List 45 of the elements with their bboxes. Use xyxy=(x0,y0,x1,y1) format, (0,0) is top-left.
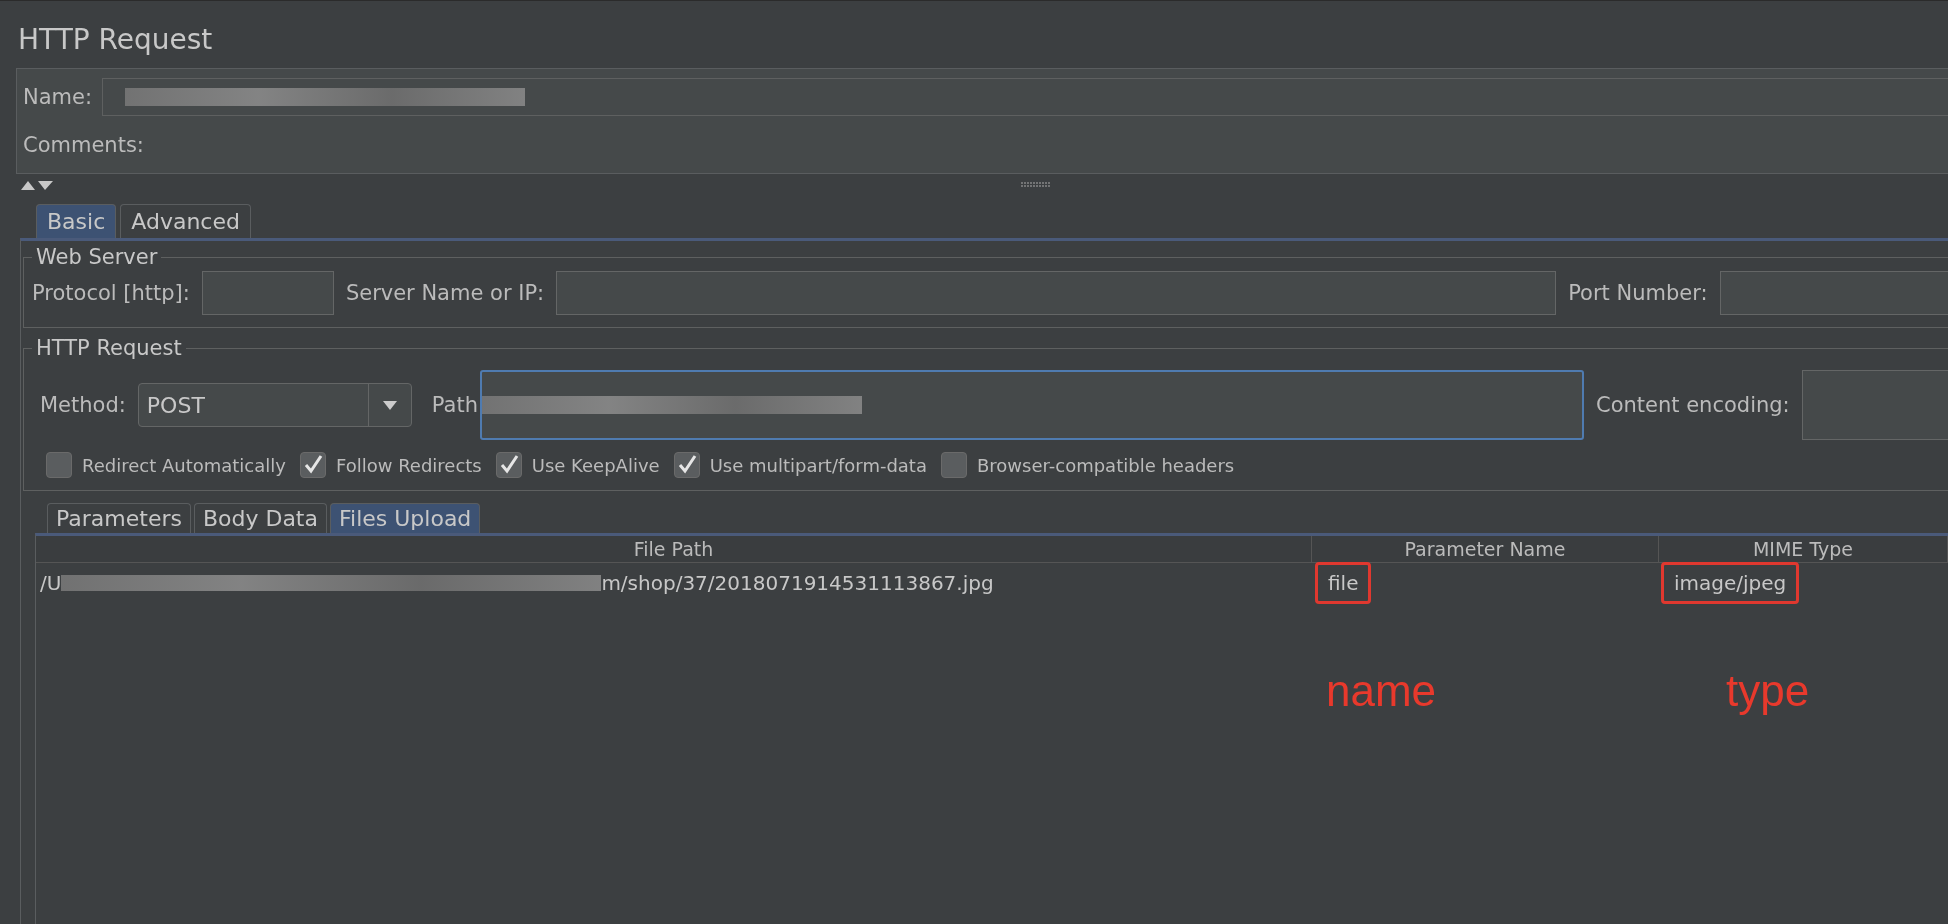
checkbox[interactable] xyxy=(673,452,700,478)
column-header[interactable]: Parameter Name xyxy=(1312,536,1659,562)
port-field[interactable] xyxy=(1719,271,1948,315)
table-cell: image/jpeg xyxy=(1674,571,1787,595)
collapse-arrows-icon[interactable] xyxy=(20,179,54,191)
method-dropdown[interactable]: POST xyxy=(137,383,412,427)
tab[interactable]: Files Upload xyxy=(330,503,481,533)
comments-label: Comments: xyxy=(23,133,144,157)
checkbox[interactable] xyxy=(299,452,326,478)
name-label: Name: xyxy=(23,85,93,109)
encoding-field[interactable] xyxy=(1801,370,1948,440)
server-field[interactable] xyxy=(556,271,1557,315)
tab[interactable]: Body Data xyxy=(193,503,327,533)
annotation-text: type xyxy=(1726,666,1810,716)
tab[interactable]: Basic xyxy=(36,204,117,238)
port-label: Port Number: xyxy=(1568,281,1708,305)
table-cell: file xyxy=(1328,571,1359,595)
encoding-label: Content encoding: xyxy=(1596,393,1790,417)
protocol-field[interactable] xyxy=(201,271,334,315)
path-label: Path xyxy=(431,393,478,417)
checkbox-label: Use multipart/form-data xyxy=(709,454,927,476)
column-header[interactable]: File Path xyxy=(36,536,1312,562)
column-header[interactable]: MIME Type xyxy=(1659,536,1948,562)
tab[interactable]: Parameters xyxy=(47,503,191,533)
table-cell: /U xyxy=(40,571,62,595)
splitter-grip-icon[interactable] xyxy=(1021,182,1051,188)
caret-icon xyxy=(382,400,397,410)
checkbox-label: Follow Redirects xyxy=(335,454,482,476)
checkbox[interactable] xyxy=(495,452,522,478)
checkbox[interactable] xyxy=(940,452,967,478)
server-label: Server Name or IP: xyxy=(345,281,545,305)
checkbox[interactable] xyxy=(46,452,72,478)
group-title: HTTP Request xyxy=(35,336,183,360)
table-cell: m/shop/37/2018071914531113867.jpg xyxy=(601,571,994,595)
name-field[interactable] xyxy=(102,78,1948,116)
checkbox-label: Redirect Automatically xyxy=(82,454,286,476)
checkbox-label: Use KeepAlive xyxy=(531,454,660,476)
annotation-text: name xyxy=(1326,666,1437,716)
checkbox-label: Browser-compatible headers xyxy=(976,454,1235,476)
tab[interactable]: Advanced xyxy=(120,204,251,238)
window-title: HTTP Request xyxy=(17,22,214,58)
method-label: Method: xyxy=(40,393,126,417)
protocol-label: Protocol [http]: xyxy=(32,281,190,305)
path-field[interactable] xyxy=(480,370,1584,440)
group-title: Web Server xyxy=(35,245,159,269)
